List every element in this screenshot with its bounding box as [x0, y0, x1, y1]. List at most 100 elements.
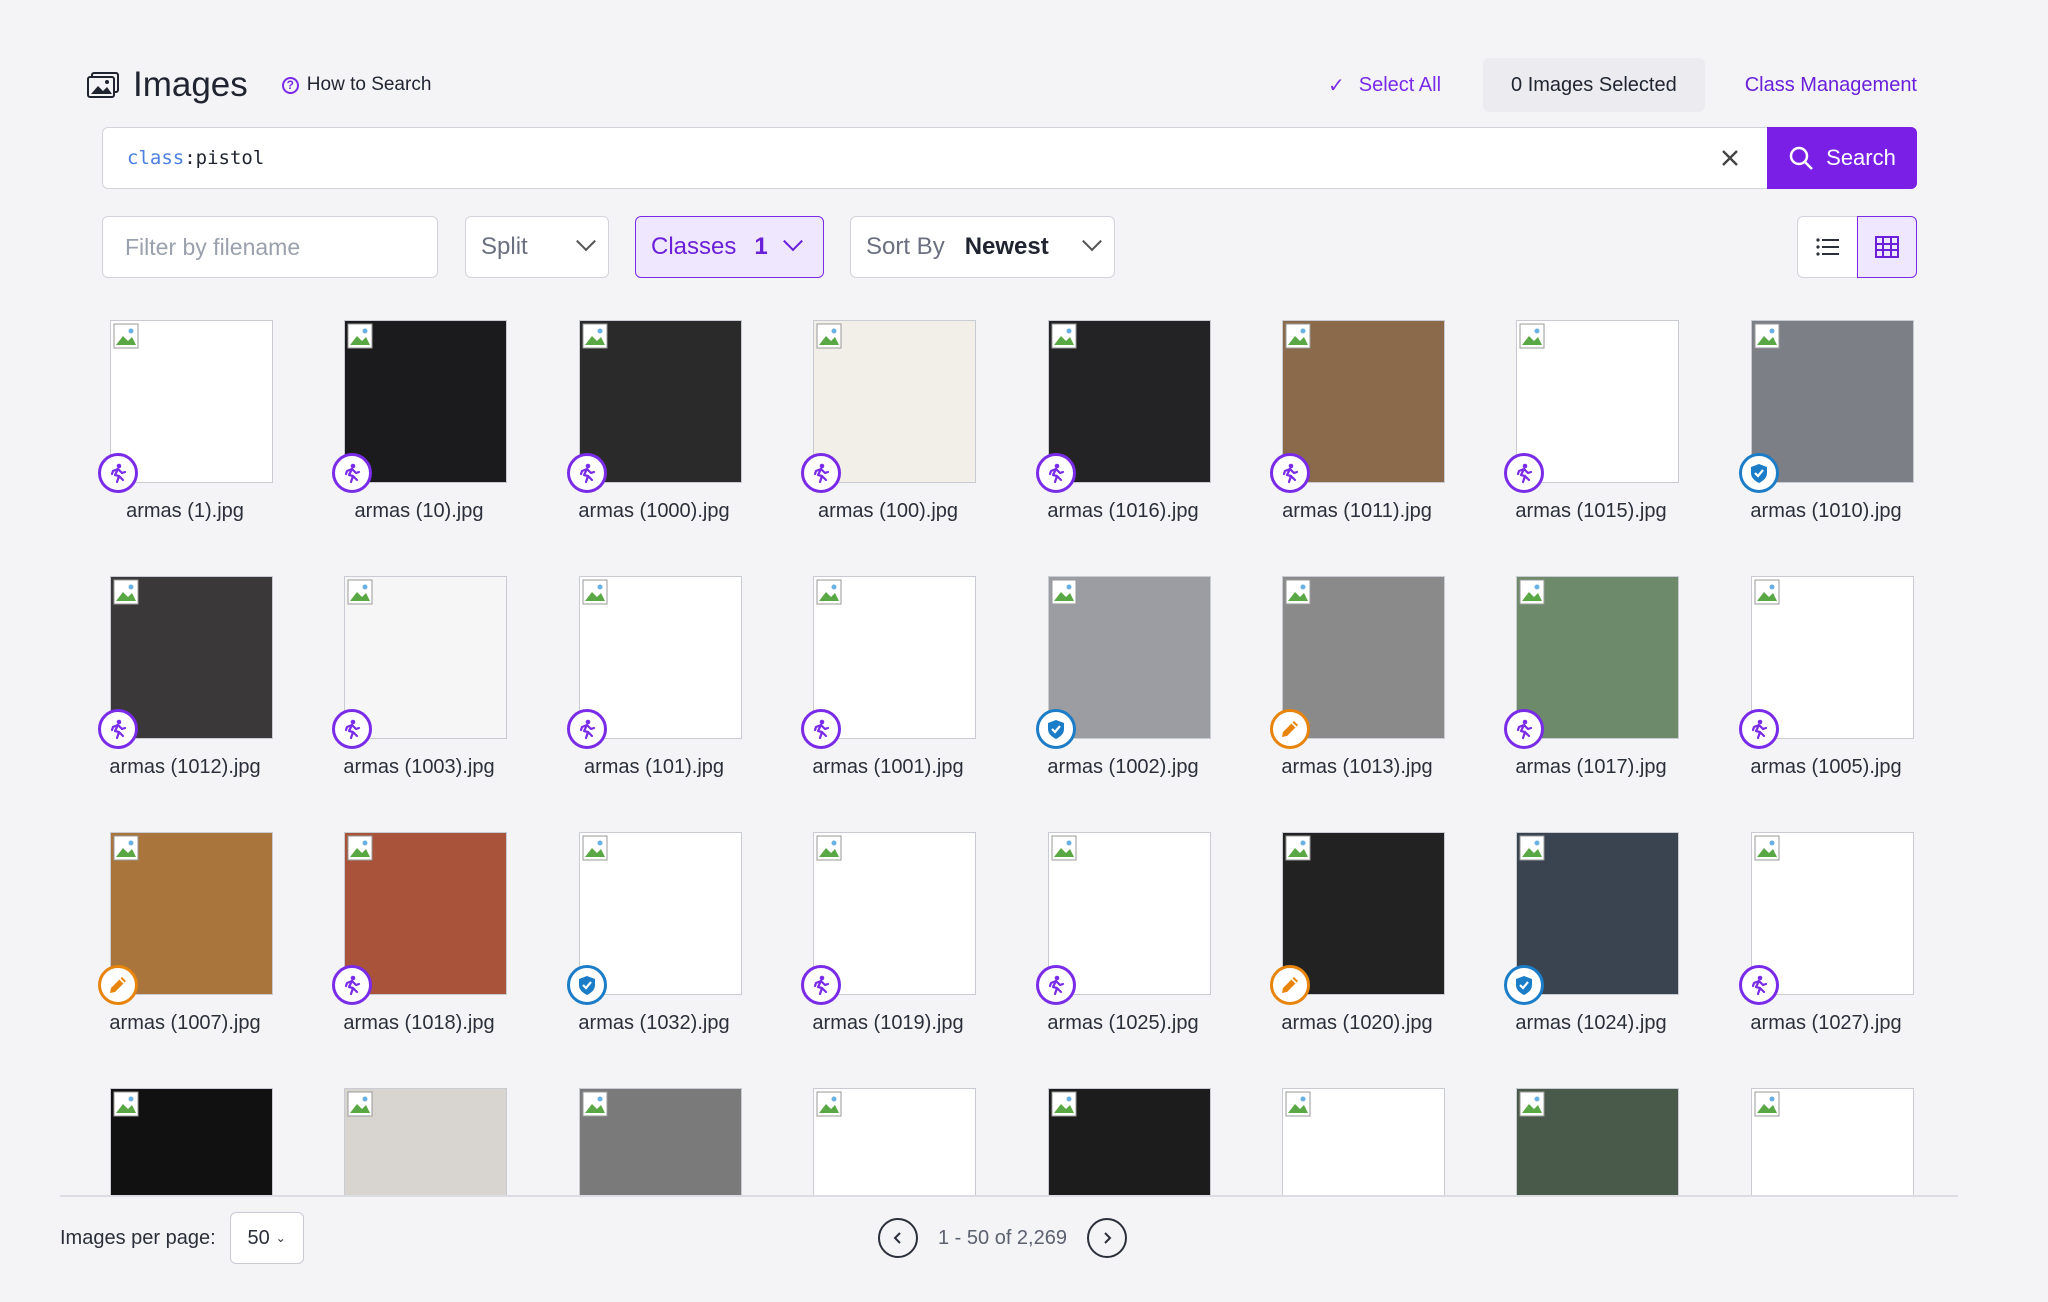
image-tile[interactable]: armas (100).jpg	[793, 300, 983, 540]
search-icon	[1789, 146, 1814, 170]
classes-count: 1	[754, 233, 768, 260]
person-icon	[1048, 975, 1065, 996]
page-header: Images ? How to Search ✓ Select All 0 Im…	[87, 58, 1917, 112]
selected-count-badge: 0 Images Selected	[1483, 58, 1705, 112]
person-icon	[110, 463, 127, 484]
image-thumbnail[interactable]	[1048, 320, 1211, 483]
image-tile[interactable]: armas (1032).jpg	[559, 812, 749, 1052]
image-tile[interactable]: armas (1).jpg	[90, 300, 280, 540]
image-filename: armas (1002).jpg	[1047, 756, 1199, 778]
image-thumbnail[interactable]	[1516, 1088, 1679, 1196]
image-thumbnail[interactable]	[813, 576, 976, 739]
broken-image-icon	[1519, 323, 1545, 349]
image-thumbnail[interactable]	[110, 1088, 273, 1196]
image-tile[interactable]: armas (1015).jpg	[1496, 300, 1686, 540]
image-tile[interactable]	[559, 1068, 749, 1196]
image-thumbnail[interactable]	[344, 320, 507, 483]
image-thumbnail[interactable]	[1048, 1088, 1211, 1196]
broken-image-icon	[1051, 1091, 1077, 1117]
image-thumbnail[interactable]	[344, 832, 507, 995]
image-filename: armas (1027).jpg	[1750, 1012, 1902, 1034]
image-thumbnail[interactable]	[1282, 320, 1445, 483]
image-tile[interactable]	[1731, 1068, 1921, 1196]
image-thumbnail[interactable]	[1516, 832, 1679, 995]
image-thumbnail[interactable]	[813, 1088, 976, 1196]
image-tile[interactable]: armas (1018).jpg	[324, 812, 514, 1052]
image-tile[interactable]: armas (1001).jpg	[793, 556, 983, 796]
grid-view-button[interactable]	[1857, 216, 1917, 278]
image-tile[interactable]: armas (1019).jpg	[793, 812, 983, 1052]
image-tile[interactable]: armas (1027).jpg	[1731, 812, 1921, 1052]
image-thumbnail[interactable]	[110, 320, 273, 483]
broken-image-icon	[816, 579, 842, 605]
image-tile[interactable]: armas (1007).jpg	[90, 812, 280, 1052]
image-tile[interactable]: armas (1025).jpg	[1028, 812, 1218, 1052]
image-tile[interactable]	[1262, 1068, 1452, 1196]
chevron-left-icon	[893, 1232, 901, 1244]
image-tile[interactable]: armas (1011).jpg	[1262, 300, 1452, 540]
image-tile[interactable]	[1496, 1068, 1686, 1196]
image-thumbnail[interactable]	[1751, 576, 1914, 739]
image-thumbnail[interactable]	[813, 320, 976, 483]
clear-search-button[interactable]	[1714, 142, 1746, 174]
image-tile[interactable]: armas (1000).jpg	[559, 300, 749, 540]
image-tile[interactable]: armas (1005).jpg	[1731, 556, 1921, 796]
image-tile[interactable]: armas (1016).jpg	[1028, 300, 1218, 540]
image-thumbnail[interactable]	[813, 832, 976, 995]
footer-divider	[60, 1195, 1958, 1197]
image-filename: armas (1000).jpg	[578, 500, 730, 522]
image-tile[interactable]: armas (1013).jpg	[1262, 556, 1452, 796]
image-tile[interactable]: armas (1020).jpg	[1262, 812, 1452, 1052]
image-thumbnail[interactable]	[579, 832, 742, 995]
image-thumbnail[interactable]	[1751, 320, 1914, 483]
image-tile[interactable]: armas (1024).jpg	[1496, 812, 1686, 1052]
image-thumbnail[interactable]	[579, 576, 742, 739]
image-thumbnail[interactable]	[110, 832, 273, 995]
image-tile[interactable]: armas (1002).jpg	[1028, 556, 1218, 796]
image-thumbnail[interactable]	[1751, 832, 1914, 995]
person-badge	[1739, 709, 1779, 749]
image-tile[interactable]	[90, 1068, 280, 1196]
image-thumbnail[interactable]	[1048, 576, 1211, 739]
image-tile[interactable]: armas (101).jpg	[559, 556, 749, 796]
image-tile[interactable]: armas (10).jpg	[324, 300, 514, 540]
pagination: 1 - 50 of 2,269	[878, 1218, 1127, 1258]
list-view-button[interactable]	[1797, 216, 1857, 278]
image-thumbnail[interactable]	[1282, 576, 1445, 739]
person-badge	[801, 709, 841, 749]
filename-filter-input[interactable]: Filter by filename	[102, 216, 438, 278]
image-thumbnail[interactable]	[1516, 576, 1679, 739]
per-page-select[interactable]: 50 ⌄	[229, 1212, 304, 1264]
image-thumbnail[interactable]	[110, 576, 273, 739]
image-tile[interactable]	[1028, 1068, 1218, 1196]
image-thumbnail[interactable]	[579, 320, 742, 483]
image-tile[interactable]: armas (1012).jpg	[90, 556, 280, 796]
split-dropdown[interactable]: Split	[465, 216, 609, 278]
image-thumbnail[interactable]	[344, 1088, 507, 1196]
image-tile[interactable]	[793, 1068, 983, 1196]
image-thumbnail[interactable]	[1048, 832, 1211, 995]
select-all-button[interactable]: ✓ Select All	[1328, 73, 1441, 98]
search-separator: :	[184, 147, 196, 169]
image-tile[interactable]: armas (1010).jpg	[1731, 300, 1921, 540]
image-thumbnail[interactable]	[1282, 1088, 1445, 1196]
broken-image-icon	[816, 1091, 842, 1117]
next-page-button[interactable]	[1086, 1218, 1127, 1258]
image-tile[interactable]	[324, 1068, 514, 1196]
prev-page-button[interactable]	[878, 1218, 918, 1258]
image-thumbnail[interactable]	[579, 1088, 742, 1196]
search-input[interactable]: class: pistol	[102, 127, 1768, 189]
image-thumbnail[interactable]	[1516, 320, 1679, 483]
search-button[interactable]: Search	[1767, 127, 1917, 189]
image-tile[interactable]: armas (1003).jpg	[324, 556, 514, 796]
class-management-link[interactable]: Class Management	[1745, 74, 1917, 97]
how-to-search-link[interactable]: ? How to Search	[281, 74, 431, 96]
page-range: 1 - 50 of 2,269	[938, 1226, 1067, 1249]
image-thumbnail[interactable]	[1282, 832, 1445, 995]
image-tile[interactable]: armas (1017).jpg	[1496, 556, 1686, 796]
image-thumbnail[interactable]	[344, 576, 507, 739]
image-thumbnail[interactable]	[1751, 1088, 1914, 1196]
image-filename: armas (1005).jpg	[1750, 756, 1902, 778]
classes-dropdown[interactable]: Classes 1	[635, 216, 824, 278]
sort-dropdown[interactable]: Sort By Newest	[850, 216, 1115, 278]
